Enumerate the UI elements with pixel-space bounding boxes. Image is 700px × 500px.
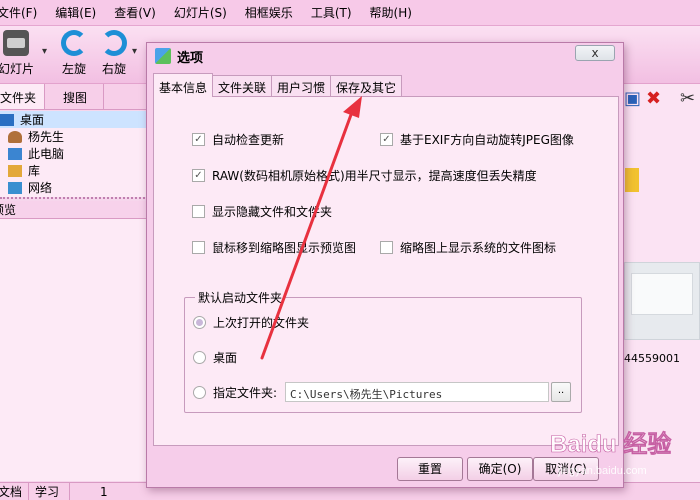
thumbnail-caption: 44559001 (624, 352, 680, 365)
library-icon (8, 164, 22, 177)
tree-item-user[interactable]: 杨先生 (0, 128, 148, 145)
auto-update-label: 自动检查更新 (212, 133, 285, 147)
desktop-radio[interactable] (193, 351, 206, 364)
dialog-titlebar[interactable]: 选项 x (147, 43, 623, 69)
preview-header: 预览 (0, 201, 148, 219)
menu-tools[interactable]: 工具(T) (302, 4, 361, 21)
tree-item-label: 网络 (28, 181, 53, 195)
tab-user-habits[interactable]: 用户习惯 (271, 75, 332, 97)
rotate-left-button[interactable]: 左旋 (54, 30, 94, 77)
system-icon-checkbox[interactable] (380, 241, 393, 254)
folder-tree: 桌面 杨先生 此电脑 库 网络 (0, 111, 148, 197)
menu-help[interactable]: 帮助(H) (361, 4, 421, 21)
tab-folders[interactable]: 文件夹 (0, 84, 46, 109)
tree-item-label: 此电脑 (28, 147, 65, 161)
tree-item-library[interactable]: 库 (0, 162, 148, 179)
system-icon-option[interactable]: 缩略图上显示系统的文件图标 (380, 239, 556, 256)
film-icon (3, 30, 29, 56)
menu-frame-fun[interactable]: 相框娱乐 (236, 4, 302, 21)
exif-rotate-label: 基于EXIF方向自动旋转JPEG图像 (400, 133, 574, 147)
auto-update-checkbox[interactable]: ✓ (192, 133, 205, 146)
exif-rotate-option[interactable]: ✓ 基于EXIF方向自动旋转JPEG图像 (380, 131, 574, 148)
dialog-title: 选项 (177, 50, 204, 66)
dialog-tabs: 基本信息 文件关联 用户习惯 保存及其它 (153, 73, 403, 97)
tree-item-label: 杨先生 (28, 130, 65, 144)
menu-view[interactable]: 查看(V) (105, 4, 165, 21)
tree-item-this-pc[interactable]: 此电脑 (0, 145, 148, 162)
specified-folder-radio[interactable] (193, 386, 206, 399)
system-icon-label: 缩略图上显示系统的文件图标 (400, 241, 557, 255)
auto-update-option[interactable]: ✓ 自动检查更新 (192, 131, 284, 148)
network-icon (8, 181, 22, 194)
desktop-label: 桌面 (213, 351, 238, 365)
startup-folder-legend: 默认启动文件夹 (195, 289, 286, 306)
tab-search-images[interactable]: 搜图 (45, 84, 105, 109)
status-doc: 文档 (0, 483, 30, 500)
folder-path-field[interactable]: C:\Users\杨先生\Pictures (285, 382, 549, 402)
last-opened-option[interactable]: 上次打开的文件夹 (193, 314, 309, 331)
copy-icon[interactable]: ▣ (624, 88, 641, 109)
computer-icon (8, 147, 22, 160)
folder-panel-tabs: 文件夹 搜图 (0, 84, 148, 110)
tools-icon[interactable]: ✂ (680, 88, 695, 109)
rotate-right-label: 右旋 (101, 62, 126, 76)
raw-half-size-option[interactable]: ✓ RAW(数码相机原始格式)用半尺寸显示，提高速度但丢失精度 (192, 167, 537, 184)
slideshow-button[interactable]: 幻灯片 (0, 30, 36, 77)
close-button[interactable]: x (575, 45, 615, 61)
tree-item-label: 桌面 (20, 113, 45, 127)
tree-item-network[interactable]: 网络 (0, 179, 148, 196)
hover-preview-checkbox[interactable] (192, 241, 205, 254)
hover-preview-label: 鼠标移到缩略图显示预览图 (212, 241, 357, 255)
raw-half-size-checkbox[interactable]: ✓ (192, 169, 205, 182)
menu-file[interactable]: 文件(F) (0, 4, 46, 21)
specified-folder-label: 指定文件夹: (213, 386, 278, 400)
last-opened-label: 上次打开的文件夹 (213, 316, 310, 330)
tab-basic-info[interactable]: 基本信息 (153, 73, 214, 97)
rotate-left-label: 左旋 (61, 62, 86, 76)
image-thumbnail[interactable] (624, 262, 700, 340)
desktop-icon (0, 113, 14, 126)
radio-selected-dot (196, 319, 203, 326)
user-icon (8, 130, 22, 143)
status-count: 1 (100, 484, 108, 499)
slideshow-label: 幻灯片 (0, 62, 34, 76)
exif-rotate-checkbox[interactable]: ✓ (380, 133, 393, 146)
tab-save-and-other[interactable]: 保存及其它 (330, 75, 403, 97)
chevron-down-icon[interactable]: ▾ (42, 46, 47, 57)
rotate-left-icon (61, 30, 87, 56)
tree-item-label: 库 (28, 164, 41, 178)
folder-thumbnail[interactable] (625, 168, 639, 192)
tree-item-desktop[interactable]: 桌面 (0, 111, 148, 128)
show-hidden-label: 显示隐藏文件和文件夹 (212, 205, 333, 219)
last-opened-radio[interactable] (193, 316, 206, 329)
delete-icon[interactable]: ✖ (646, 88, 661, 109)
raw-half-size-label: RAW(数码相机原始格式)用半尺寸显示，提高速度但丢失精度 (212, 169, 537, 183)
basic-info-panel: ✓ 自动检查更新 ✓ 基于EXIF方向自动旋转JPEG图像 ✓ RAW(数码相机… (153, 96, 619, 446)
menu-slideshow[interactable]: 幻灯片(S) (165, 4, 236, 21)
menu-bar: 文件(F) 编辑(E) 查看(V) 幻灯片(S) 相框娱乐 工具(T) 帮助(H… (0, 0, 700, 26)
preview-area (0, 219, 148, 481)
rotate-right-button[interactable]: 右旋 (94, 30, 134, 77)
startup-folder-group: 默认启动文件夹 上次打开的文件夹 桌面 指定文件夹: C:\Users\杨先生\… (184, 289, 582, 413)
show-hidden-checkbox[interactable] (192, 205, 205, 218)
desktop-option[interactable]: 桌面 (193, 349, 237, 366)
browse-button[interactable]: .. (551, 382, 571, 402)
chevron-down-icon[interactable]: ▾ (132, 46, 137, 57)
status-study: 学习 (29, 483, 71, 500)
rotate-right-icon (101, 30, 127, 56)
ok-button[interactable]: 确定(O) (467, 457, 533, 481)
specified-folder-option[interactable]: 指定文件夹: (193, 384, 277, 401)
options-dialog: 选项 x 基本信息 文件关联 用户习惯 保存及其它 ✓ 自动检查更新 ✓ 基于E… (146, 42, 624, 488)
cancel-button[interactable]: 取消(C) (533, 457, 599, 481)
menu-edit[interactable]: 编辑(E) (46, 4, 105, 21)
hover-preview-option[interactable]: 鼠标移到缩略图显示预览图 (192, 239, 356, 256)
app-icon (155, 48, 171, 64)
reset-button[interactable]: 重置 (397, 457, 463, 481)
tab-file-association[interactable]: 文件关联 (212, 75, 273, 97)
show-hidden-option[interactable]: 显示隐藏文件和文件夹 (192, 203, 332, 220)
